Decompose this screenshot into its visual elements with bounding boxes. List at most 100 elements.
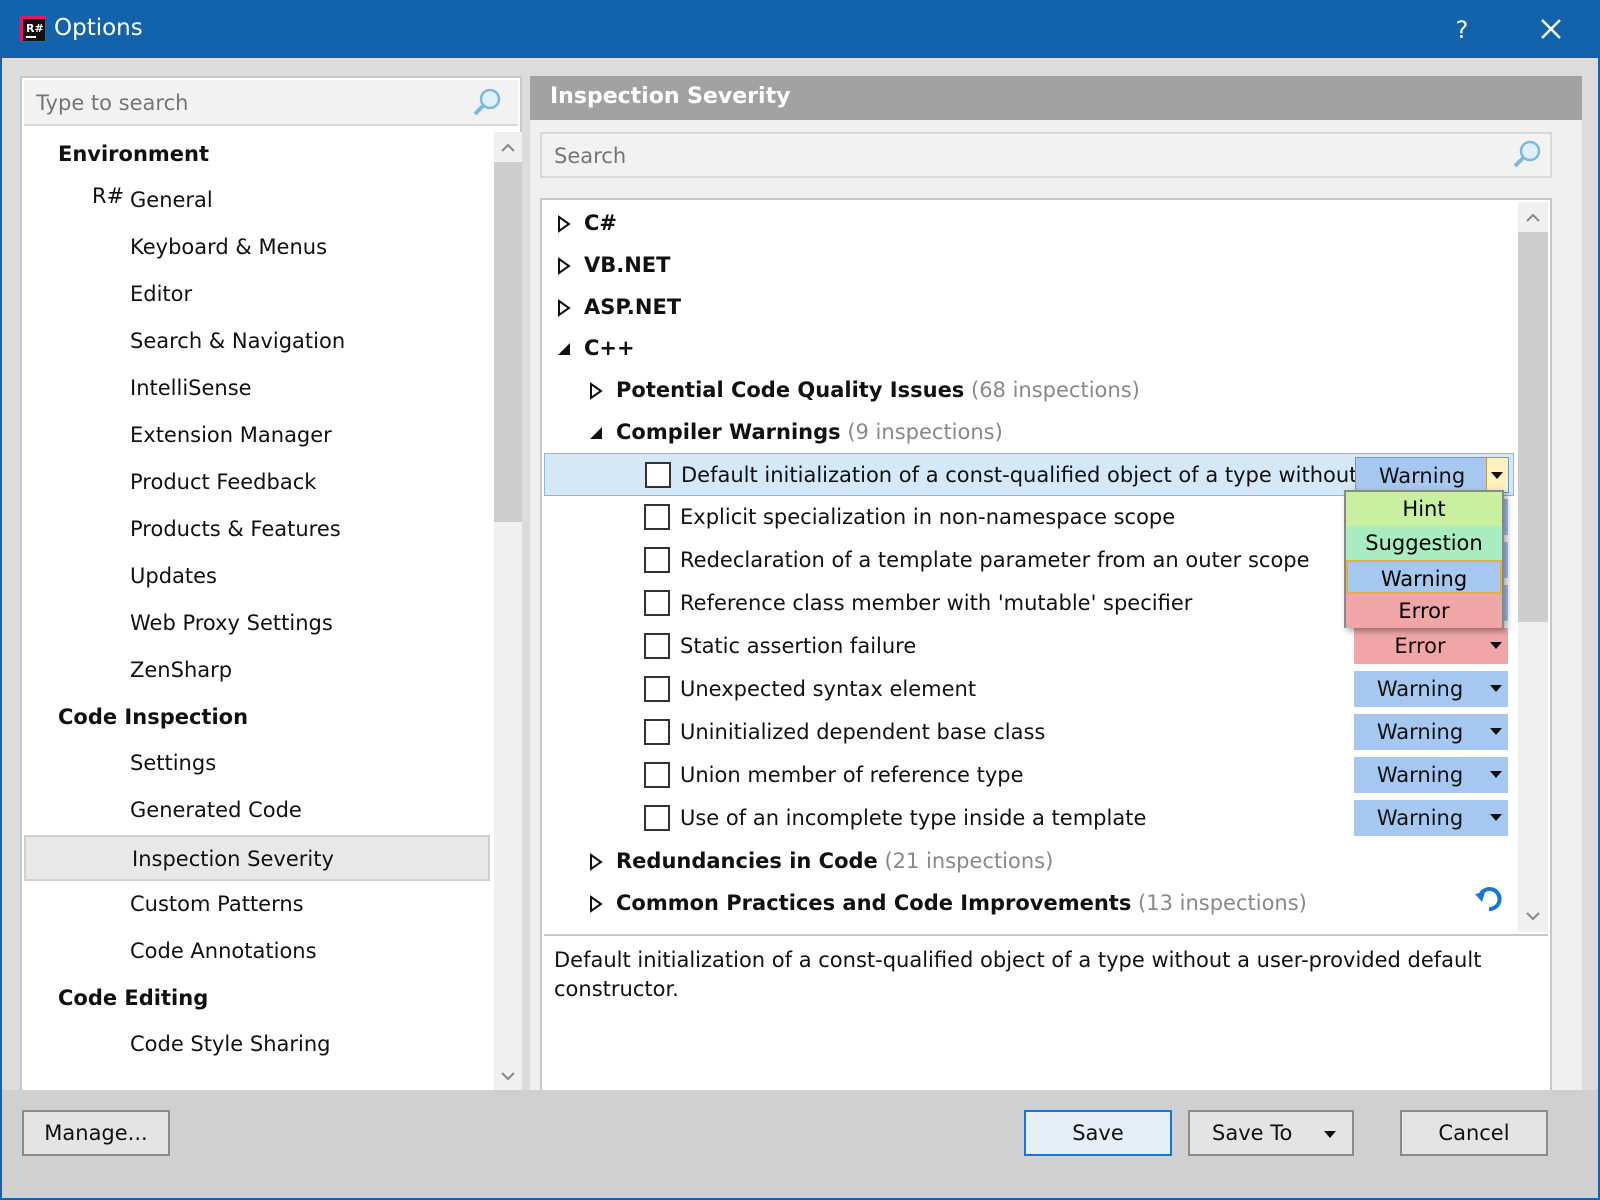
tree-category-code-inspection[interactable]: Code Inspection <box>24 695 490 741</box>
inspection-row[interactable]: Unexpected syntax element Warning <box>544 668 1514 711</box>
inspection-checkbox[interactable] <box>644 719 670 745</box>
severity-dropdown[interactable]: Warning <box>1354 757 1508 793</box>
save-button[interactable]: Save <box>1024 1110 1172 1156</box>
tree-item-custom-patterns[interactable]: Custom Patterns <box>24 882 490 928</box>
severity-value: Warning <box>1376 677 1464 701</box>
tree-item-label: Code Annotations <box>130 939 317 963</box>
expand-arrow-icon[interactable] <box>554 256 574 276</box>
tree-item-general[interactable]: R# General <box>24 178 490 224</box>
tree-node-common-practices[interactable]: Common Practices and Code Improvements (… <box>544 882 1514 925</box>
tree-node-csharp[interactable]: C# <box>544 202 1514 245</box>
scrollbar-thumb[interactable] <box>494 162 522 522</box>
inspection-checkbox[interactable] <box>644 590 670 616</box>
severity-dropdown[interactable]: Warning <box>1354 714 1508 750</box>
inspection-label: Redeclaration of a template parameter fr… <box>680 548 1310 572</box>
inspection-row[interactable]: Use of an incomplete type inside a templ… <box>544 797 1514 840</box>
expand-arrow-icon[interactable] <box>554 214 574 234</box>
inspection-checkbox[interactable] <box>644 547 670 573</box>
expand-arrow-icon[interactable] <box>586 852 606 872</box>
scroll-down-icon[interactable] <box>494 1062 522 1090</box>
scroll-up-icon[interactable] <box>1519 204 1547 232</box>
inspection-tree-scrollbar[interactable] <box>1518 202 1548 932</box>
severity-dropdown[interactable]: Warning <box>1354 800 1508 836</box>
inspection-row[interactable]: Static assertion failure Error <box>544 625 1514 668</box>
tree-item-intellisense[interactable]: IntelliSense <box>24 366 490 412</box>
tree-item-editor[interactable]: Editor <box>24 272 490 318</box>
options-tree-scrollbar[interactable] <box>494 132 522 1092</box>
group-label: Potential Code Quality Issues <box>616 378 965 402</box>
expand-arrow-icon[interactable] <box>586 894 606 914</box>
tree-item-search-navigation[interactable]: Search & Navigation <box>24 319 490 365</box>
severity-dropdown[interactable]: Warning <box>1355 457 1509 493</box>
close-icon[interactable] <box>1522 10 1582 50</box>
inspection-checkbox[interactable] <box>644 805 670 831</box>
inspection-checkbox[interactable] <box>644 762 670 788</box>
inspection-label: Default initialization of a const-qualif… <box>681 463 1378 487</box>
collapse-arrow-icon[interactable] <box>554 339 574 359</box>
collapse-arrow-icon[interactable] <box>30 989 50 1009</box>
group-label: Common Practices and Code Improvements <box>616 891 1132 915</box>
tree-item-label: Custom Patterns <box>130 892 304 916</box>
help-button[interactable]: ? <box>1442 10 1482 50</box>
severity-option-hint[interactable]: Hint <box>1346 492 1502 526</box>
options-tree-panel: Environment R#General Keyboard & Menus Edit… <box>20 76 522 1096</box>
tree-item-product-feedback[interactable]: Product Feedback <box>24 460 490 506</box>
tree-item-code-annotations[interactable]: Code Annotations <box>24 929 490 975</box>
cancel-button[interactable]: Cancel <box>1400 1110 1548 1156</box>
tree-item-code-style-sharing[interactable]: Code Style Sharing <box>24 1022 490 1068</box>
tree-item-generated-code[interactable]: Generated Code <box>24 788 490 834</box>
save-to-button[interactable]: Save To <box>1188 1110 1354 1156</box>
inspection-checkbox[interactable] <box>644 676 670 702</box>
inspection-checkbox[interactable] <box>644 633 670 659</box>
window-title: Options <box>54 15 143 41</box>
inspection-checkbox[interactable] <box>644 504 670 530</box>
inspection-label: Static assertion failure <box>680 634 917 658</box>
inspection-search-input[interactable] <box>552 142 1452 170</box>
tree-category-environment[interactable]: Environment <box>24 132 490 178</box>
options-search-input[interactable] <box>34 88 464 118</box>
manage-button[interactable]: Manage... <box>22 1110 170 1156</box>
tree-node-vbnet[interactable]: VB.NET <box>544 244 1514 287</box>
tree-item-extension-manager[interactable]: Extension Manager <box>24 413 490 459</box>
reset-icon[interactable] <box>1472 882 1506 916</box>
options-search-box[interactable] <box>24 80 518 126</box>
severity-option-warning[interactable]: Warning <box>1346 560 1502 594</box>
tree-node-aspnet[interactable]: ASP.NET <box>544 286 1514 329</box>
tree-node-compiler-warnings[interactable]: Compiler Warnings (9 inspections) <box>544 411 1514 454</box>
severity-dropdown[interactable]: Error <box>1354 628 1508 664</box>
tree-item-zensharp[interactable]: ZenSharp <box>24 648 490 694</box>
severity-value: Warning <box>1378 464 1466 488</box>
tree-item-keyboard-menus[interactable]: Keyboard & Menus <box>24 225 490 271</box>
expand-arrow-icon[interactable] <box>586 381 606 401</box>
collapse-arrow-icon[interactable] <box>30 145 50 165</box>
scroll-up-icon[interactable] <box>494 134 522 162</box>
expand-arrow-icon[interactable] <box>62 285 82 305</box>
scroll-down-icon[interactable] <box>1519 902 1547 930</box>
tree-category-code-editing[interactable]: Code Editing <box>24 976 490 1022</box>
expand-arrow-icon[interactable] <box>554 298 574 318</box>
scrollbar-thumb[interactable] <box>1518 232 1548 622</box>
tree-item-label: Updates <box>130 564 217 588</box>
collapse-arrow-icon[interactable] <box>30 708 50 728</box>
tree-item-updates[interactable]: Updates <box>24 554 490 600</box>
expand-arrow-icon[interactable] <box>62 379 82 399</box>
tree-node-cpp[interactable]: C++ <box>544 327 1514 370</box>
collapse-arrow-icon[interactable] <box>586 423 606 443</box>
magnifier-icon <box>92 325 124 357</box>
inspection-search-box[interactable] <box>540 132 1552 178</box>
inspection-row[interactable]: Uninitialized dependent base class Warnin… <box>544 711 1514 754</box>
tree-category-label: Code Editing <box>58 986 209 1010</box>
tree-node-redundancies[interactable]: Redundancies in Code (21 inspections) <box>544 840 1514 883</box>
severity-dropdown[interactable]: Warning <box>1354 671 1508 707</box>
tree-item-settings[interactable]: Settings <box>24 741 490 787</box>
inspection-label: Uninitialized dependent base class <box>680 720 1046 744</box>
tree-node-potential-issues[interactable]: Potential Code Quality Issues (68 inspec… <box>544 369 1514 412</box>
dropdown-button[interactable] <box>1486 458 1508 492</box>
severity-option-suggestion[interactable]: Suggestion <box>1346 526 1502 560</box>
tree-item-products-features[interactable]: Products & Features <box>24 507 490 553</box>
severity-option-error[interactable]: Error <box>1346 594 1502 628</box>
inspection-checkbox[interactable] <box>645 462 671 488</box>
inspection-row[interactable]: Union member of reference type Warning <box>544 754 1514 797</box>
tree-item-web-proxy-settings[interactable]: Web Proxy Settings <box>24 601 490 647</box>
tree-item-inspection-severity[interactable]: Inspection Severity <box>24 835 490 881</box>
